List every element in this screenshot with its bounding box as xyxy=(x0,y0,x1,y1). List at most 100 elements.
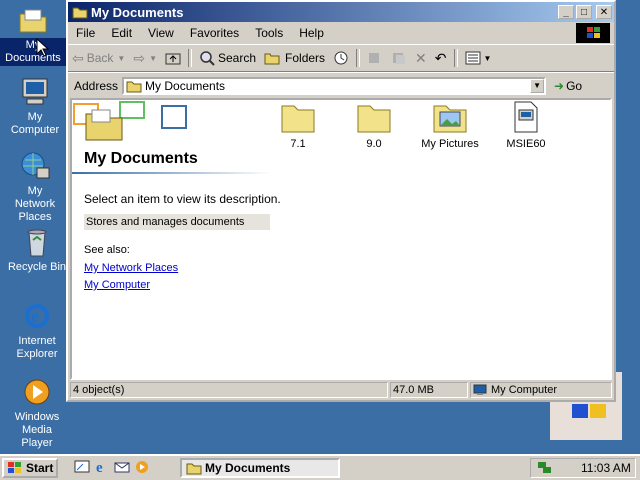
file-item[interactable]: My Pictures xyxy=(410,100,490,150)
move-to-button[interactable] xyxy=(363,47,387,69)
quick-launch: e xyxy=(74,458,150,476)
chevron-down-icon: ▼ xyxy=(117,53,126,63)
desktop-icon-recycle-bin[interactable]: Recycle Bin xyxy=(4,226,70,275)
start-button[interactable]: Start xyxy=(2,458,58,478)
search-button[interactable]: Search xyxy=(195,47,260,69)
close-button[interactable]: ✕ xyxy=(596,5,612,19)
address-field[interactable]: My Documents ▼ xyxy=(122,77,547,95)
pictures-folder-icon xyxy=(432,100,468,134)
views-icon xyxy=(465,51,481,65)
folder-content: My Documents Select an item to view its … xyxy=(70,98,612,380)
recycle-bin-icon xyxy=(21,226,53,258)
desktop-icon-label: My Computer xyxy=(10,111,60,136)
system-tray: 11:03 AM xyxy=(530,458,636,478)
file-label: 9.0 xyxy=(366,138,382,150)
file-label: MSIE60 xyxy=(506,138,546,150)
media-player-icon[interactable] xyxy=(134,458,150,476)
views-button[interactable]: ▼ xyxy=(461,47,496,69)
taskbar-button-label: My Documents xyxy=(205,461,291,475)
address-dropdown-button[interactable]: ▼ xyxy=(530,79,545,93)
forward-arrow-icon: ⇨ xyxy=(133,49,146,66)
file-item[interactable]: 9.0 xyxy=(334,100,414,150)
folders-label: Folders xyxy=(285,51,326,65)
explorer-window: My Documents _ □ ✕ File Edit View Favori… xyxy=(66,0,616,402)
web-view-pane: My Documents Select an item to view its … xyxy=(72,100,282,378)
delete-button[interactable]: ✕ xyxy=(411,47,431,69)
taskbar: Start e My Documents 11:03 AM xyxy=(0,454,640,480)
chevron-down-icon: ▼ xyxy=(149,53,157,63)
status-location: My Computer xyxy=(470,382,612,398)
pane-info: Stores and manages documents xyxy=(84,214,270,230)
file-item[interactable]: MSIE60 xyxy=(486,100,566,150)
copy-to-button[interactable] xyxy=(387,47,411,69)
desktop-icon-label: Windows Media Player xyxy=(14,411,60,449)
history-icon xyxy=(334,51,348,65)
pane-divider xyxy=(72,172,272,174)
menu-help[interactable]: Help xyxy=(291,26,332,40)
computer-icon xyxy=(19,76,51,108)
desktop-icon-label: My Documents xyxy=(0,38,66,66)
folders-icon xyxy=(264,53,280,65)
minimize-button[interactable]: _ xyxy=(558,5,574,19)
forward-button[interactable]: ⇨ ▼ xyxy=(129,47,161,69)
internet-explorer-icon[interactable]: e xyxy=(94,458,110,476)
outlook-express-icon[interactable] xyxy=(114,458,130,476)
title-bar[interactable]: My Documents _ □ ✕ xyxy=(68,2,614,22)
menu-bar: File Edit View Favorites Tools Help xyxy=(68,22,614,44)
chevron-down-icon: ▼ xyxy=(483,53,492,63)
windows-flag-icon xyxy=(576,23,610,43)
show-desktop-icon[interactable] xyxy=(74,458,90,476)
windows-flag-icon xyxy=(8,462,21,473)
start-label: Start xyxy=(26,461,54,475)
folder-icon xyxy=(280,100,316,134)
back-arrow-icon: ⇦ xyxy=(72,49,84,66)
menu-edit[interactable]: Edit xyxy=(103,26,140,40)
my-documents-banner-icon xyxy=(73,101,187,141)
setup-file-icon xyxy=(508,100,544,134)
status-location-label: My Computer xyxy=(491,384,558,396)
folder-icon xyxy=(17,4,49,36)
up-folder-icon xyxy=(165,53,181,65)
link-my-network-places[interactable]: My Network Places xyxy=(84,262,178,274)
menu-file[interactable]: File xyxy=(68,26,103,40)
go-button[interactable]: ➜ Go xyxy=(554,79,582,93)
folder-icon xyxy=(126,81,142,93)
window-title: My Documents xyxy=(91,4,184,20)
menu-tools[interactable]: Tools xyxy=(247,26,291,40)
back-button[interactable]: ⇦ Back ▼ xyxy=(68,47,129,69)
folders-button[interactable]: Folders xyxy=(260,47,329,69)
copy-to-icon xyxy=(393,53,406,64)
desktop-icon-my-computer[interactable]: My Computer xyxy=(2,76,68,138)
address-value: My Documents xyxy=(145,79,226,93)
taskbar-button-my-documents[interactable]: My Documents xyxy=(180,458,340,478)
delete-icon: ✕ xyxy=(415,49,427,66)
toolbar-separator xyxy=(453,49,458,67)
move-to-icon xyxy=(369,53,380,63)
computer-icon xyxy=(473,384,487,395)
desktop-icon-label: Internet Explorer xyxy=(16,335,58,360)
file-item[interactable]: 7.1 xyxy=(258,100,338,150)
network-tray-icon[interactable] xyxy=(537,461,553,475)
search-label: Search xyxy=(218,51,257,65)
menu-favorites[interactable]: Favorites xyxy=(182,26,247,40)
file-label: My Pictures xyxy=(421,138,479,150)
see-also-label: See also: xyxy=(84,244,130,256)
clock[interactable]: 11:03 AM xyxy=(581,461,631,475)
desktop-icon-network-places[interactable]: My Network Places xyxy=(2,150,68,225)
desktop-icon-internet-explorer[interactable]: e Internet Explorer xyxy=(4,300,70,362)
desktop-icon-label: Recycle Bin xyxy=(7,261,67,273)
maximize-button[interactable]: □ xyxy=(576,5,592,19)
address-bar: Address My Documents ▼ ➜ Go xyxy=(68,72,614,99)
toolbar-separator xyxy=(188,49,192,67)
link-my-computer[interactable]: My Computer xyxy=(84,279,150,291)
go-label: Go xyxy=(566,79,583,93)
menu-view[interactable]: View xyxy=(140,26,182,40)
history-button[interactable] xyxy=(329,47,353,69)
desktop-icon-media-player[interactable]: Windows Media Player xyxy=(4,376,70,451)
desktop-icon-my-documents[interactable]: My Documents xyxy=(0,4,66,66)
pane-heading: My Documents xyxy=(84,150,198,167)
toolbar-separator xyxy=(356,49,361,67)
undo-button[interactable]: ↶ xyxy=(431,47,451,69)
mouse-cursor-icon xyxy=(36,38,50,57)
up-folder-button[interactable] xyxy=(161,47,185,69)
